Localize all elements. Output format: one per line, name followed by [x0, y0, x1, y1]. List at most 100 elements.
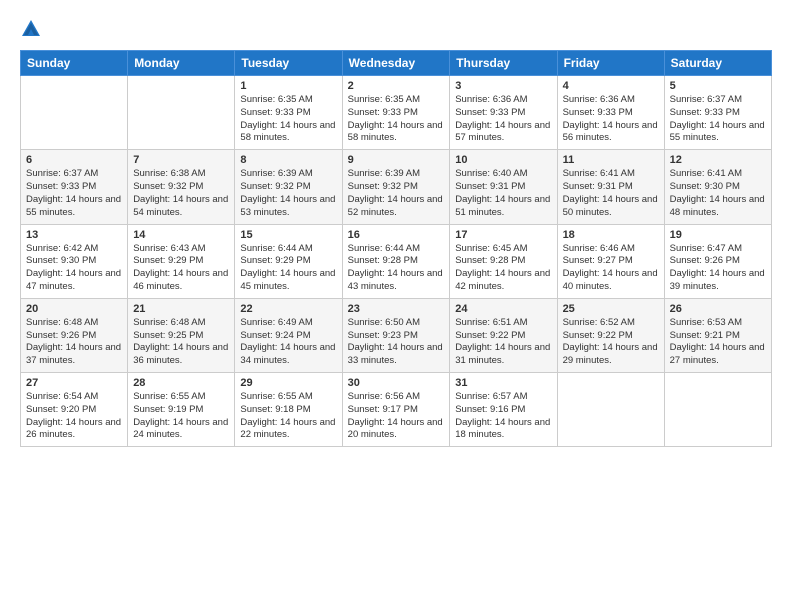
day-number: 30 [348, 377, 445, 389]
weekday-header-row: SundayMondayTuesdayWednesdayThursdayFrid… [21, 51, 772, 76]
calendar-cell: 21 Sunrise: 6:48 AM Sunset: 9:25 PM Dayli… [128, 298, 235, 372]
day-number: 12 [670, 154, 766, 166]
day-number: 1 [240, 80, 336, 92]
day-number: 15 [240, 229, 336, 241]
calendar-cell: 2Sunrise: 6:35 AM Sunset: 9:33 PM Daylig… [342, 76, 450, 150]
calendar-cell: 27 Sunrise: 6:54 AM Sunset: 9:20 PM Dayli… [21, 373, 128, 447]
day-number: 31 [455, 377, 551, 389]
day-number: 10 [455, 154, 551, 166]
day-info: Sunrise: 6:36 AM Sunset: 9:33 PM Dayligh… [563, 94, 659, 145]
calendar-cell: 16 Sunrise: 6:44 AM Sunset: 9:28 PM Dayli… [342, 224, 450, 298]
day-number: 24 [455, 303, 551, 315]
day-number: 25 [563, 303, 659, 315]
weekday-header: Friday [557, 51, 664, 76]
day-number: 11 [563, 154, 659, 166]
calendar-cell: 14 Sunrise: 6:43 AM Sunset: 9:29 PM Dayli… [128, 224, 235, 298]
calendar-cell: 22Sunrise: 6:49 AM Sunset: 9:24 PM Dayli… [235, 298, 342, 372]
calendar-week-row: 20Sunrise: 6:48 AM Sunset: 9:26 PM Dayli… [21, 298, 772, 372]
day-info: Sunrise: 6:43 AM Sunset: 9:29 PM Dayligh… [133, 243, 229, 294]
calendar-week-row: 6 Sunrise: 6:37 AM Sunset: 9:33 PM Daylig… [21, 150, 772, 224]
calendar-cell [21, 76, 128, 150]
day-info: Sunrise: 6:54 AM Sunset: 9:20 PM Dayligh… [26, 391, 122, 442]
day-number: 20 [26, 303, 122, 315]
calendar-cell: 25 Sunrise: 6:52 AM Sunset: 9:22 PM Dayli… [557, 298, 664, 372]
day-number: 28 [133, 377, 229, 389]
calendar-cell: 8Sunrise: 6:39 AM Sunset: 9:32 PM Daylig… [235, 150, 342, 224]
logo [20, 18, 46, 40]
logo-icon [20, 18, 42, 40]
day-info: Sunrise: 6:49 AM Sunset: 9:24 PM Dayligh… [240, 317, 336, 368]
day-info: Sunrise: 6:55 AM Sunset: 9:19 PM Dayligh… [133, 391, 229, 442]
calendar-cell [664, 373, 771, 447]
day-info: Sunrise: 6:37 AM Sunset: 9:33 PM Dayligh… [26, 168, 122, 219]
weekday-header: Wednesday [342, 51, 450, 76]
weekday-header: Saturday [664, 51, 771, 76]
calendar-cell: 10 Sunrise: 6:40 AM Sunset: 9:31 PM Dayli… [450, 150, 557, 224]
day-number: 21 [133, 303, 229, 315]
day-number: 18 [563, 229, 659, 241]
day-info: Sunrise: 6:50 AM Sunset: 9:23 PM Dayligh… [348, 317, 445, 368]
calendar-cell: 24 Sunrise: 6:51 AM Sunset: 9:22 PM Dayli… [450, 298, 557, 372]
day-number: 19 [670, 229, 766, 241]
day-number: 16 [348, 229, 445, 241]
calendar-cell: 7Sunrise: 6:38 AM Sunset: 9:32 PM Daylig… [128, 150, 235, 224]
day-info: Sunrise: 6:57 AM Sunset: 9:16 PM Dayligh… [455, 391, 551, 442]
weekday-header: Thursday [450, 51, 557, 76]
calendar-cell: 12Sunrise: 6:41 AM Sunset: 9:30 PM Dayli… [664, 150, 771, 224]
calendar-cell: 3 Sunrise: 6:36 AM Sunset: 9:33 PM Daylig… [450, 76, 557, 150]
day-info: Sunrise: 6:56 AM Sunset: 9:17 PM Dayligh… [348, 391, 445, 442]
day-info: Sunrise: 6:38 AM Sunset: 9:32 PM Dayligh… [133, 168, 229, 219]
calendar-cell: 17 Sunrise: 6:45 AM Sunset: 9:28 PM Dayli… [450, 224, 557, 298]
day-info: Sunrise: 6:48 AM Sunset: 9:25 PM Dayligh… [133, 317, 229, 368]
day-info: Sunrise: 6:44 AM Sunset: 9:28 PM Dayligh… [348, 243, 445, 294]
calendar-cell: 30 Sunrise: 6:56 AM Sunset: 9:17 PM Dayli… [342, 373, 450, 447]
calendar-cell: 4 Sunrise: 6:36 AM Sunset: 9:33 PM Daylig… [557, 76, 664, 150]
day-info: Sunrise: 6:52 AM Sunset: 9:22 PM Dayligh… [563, 317, 659, 368]
calendar-cell: 23 Sunrise: 6:50 AM Sunset: 9:23 PM Dayli… [342, 298, 450, 372]
day-number: 8 [240, 154, 336, 166]
calendar-cell: 13Sunrise: 6:42 AM Sunset: 9:30 PM Dayli… [21, 224, 128, 298]
day-info: Sunrise: 6:40 AM Sunset: 9:31 PM Dayligh… [455, 168, 551, 219]
day-number: 5 [670, 80, 766, 92]
day-number: 29 [240, 377, 336, 389]
calendar-cell: 15Sunrise: 6:44 AM Sunset: 9:29 PM Dayli… [235, 224, 342, 298]
weekday-header: Monday [128, 51, 235, 76]
day-info: Sunrise: 6:35 AM Sunset: 9:33 PM Dayligh… [348, 94, 445, 145]
calendar-cell: 29 Sunrise: 6:55 AM Sunset: 9:18 PM Dayli… [235, 373, 342, 447]
day-number: 4 [563, 80, 659, 92]
calendar-cell: 28 Sunrise: 6:55 AM Sunset: 9:19 PM Dayli… [128, 373, 235, 447]
page: SundayMondayTuesdayWednesdayThursdayFrid… [0, 0, 792, 612]
calendar-cell: 1 Sunrise: 6:35 AM Sunset: 9:33 PM Daylig… [235, 76, 342, 150]
weekday-header: Tuesday [235, 51, 342, 76]
calendar-cell: 19 Sunrise: 6:47 AM Sunset: 9:26 PM Dayli… [664, 224, 771, 298]
calendar-cell: 26 Sunrise: 6:53 AM Sunset: 9:21 PM Dayli… [664, 298, 771, 372]
day-info: Sunrise: 6:36 AM Sunset: 9:33 PM Dayligh… [455, 94, 551, 145]
day-info: Sunrise: 6:37 AM Sunset: 9:33 PM Dayligh… [670, 94, 766, 145]
day-number: 23 [348, 303, 445, 315]
day-number: 3 [455, 80, 551, 92]
calendar-cell: 6 Sunrise: 6:37 AM Sunset: 9:33 PM Daylig… [21, 150, 128, 224]
day-info: Sunrise: 6:35 AM Sunset: 9:33 PM Dayligh… [240, 94, 336, 145]
day-number: 27 [26, 377, 122, 389]
day-info: Sunrise: 6:42 AM Sunset: 9:30 PM Dayligh… [26, 243, 122, 294]
calendar-week-row: 27 Sunrise: 6:54 AM Sunset: 9:20 PM Dayli… [21, 373, 772, 447]
day-info: Sunrise: 6:53 AM Sunset: 9:21 PM Dayligh… [670, 317, 766, 368]
calendar-cell: 18 Sunrise: 6:46 AM Sunset: 9:27 PM Dayli… [557, 224, 664, 298]
day-number: 6 [26, 154, 122, 166]
calendar-cell: 31 Sunrise: 6:57 AM Sunset: 9:16 PM Dayli… [450, 373, 557, 447]
day-info: Sunrise: 6:45 AM Sunset: 9:28 PM Dayligh… [455, 243, 551, 294]
calendar-cell [128, 76, 235, 150]
header [20, 18, 772, 40]
day-info: Sunrise: 6:55 AM Sunset: 9:18 PM Dayligh… [240, 391, 336, 442]
calendar: SundayMondayTuesdayWednesdayThursdayFrid… [20, 50, 772, 447]
day-number: 26 [670, 303, 766, 315]
day-info: Sunrise: 6:41 AM Sunset: 9:31 PM Dayligh… [563, 168, 659, 219]
day-info: Sunrise: 6:51 AM Sunset: 9:22 PM Dayligh… [455, 317, 551, 368]
calendar-cell: 9Sunrise: 6:39 AM Sunset: 9:32 PM Daylig… [342, 150, 450, 224]
day-number: 14 [133, 229, 229, 241]
day-info: Sunrise: 6:47 AM Sunset: 9:26 PM Dayligh… [670, 243, 766, 294]
day-info: Sunrise: 6:46 AM Sunset: 9:27 PM Dayligh… [563, 243, 659, 294]
calendar-cell: 20Sunrise: 6:48 AM Sunset: 9:26 PM Dayli… [21, 298, 128, 372]
day-number: 17 [455, 229, 551, 241]
calendar-cell [557, 373, 664, 447]
